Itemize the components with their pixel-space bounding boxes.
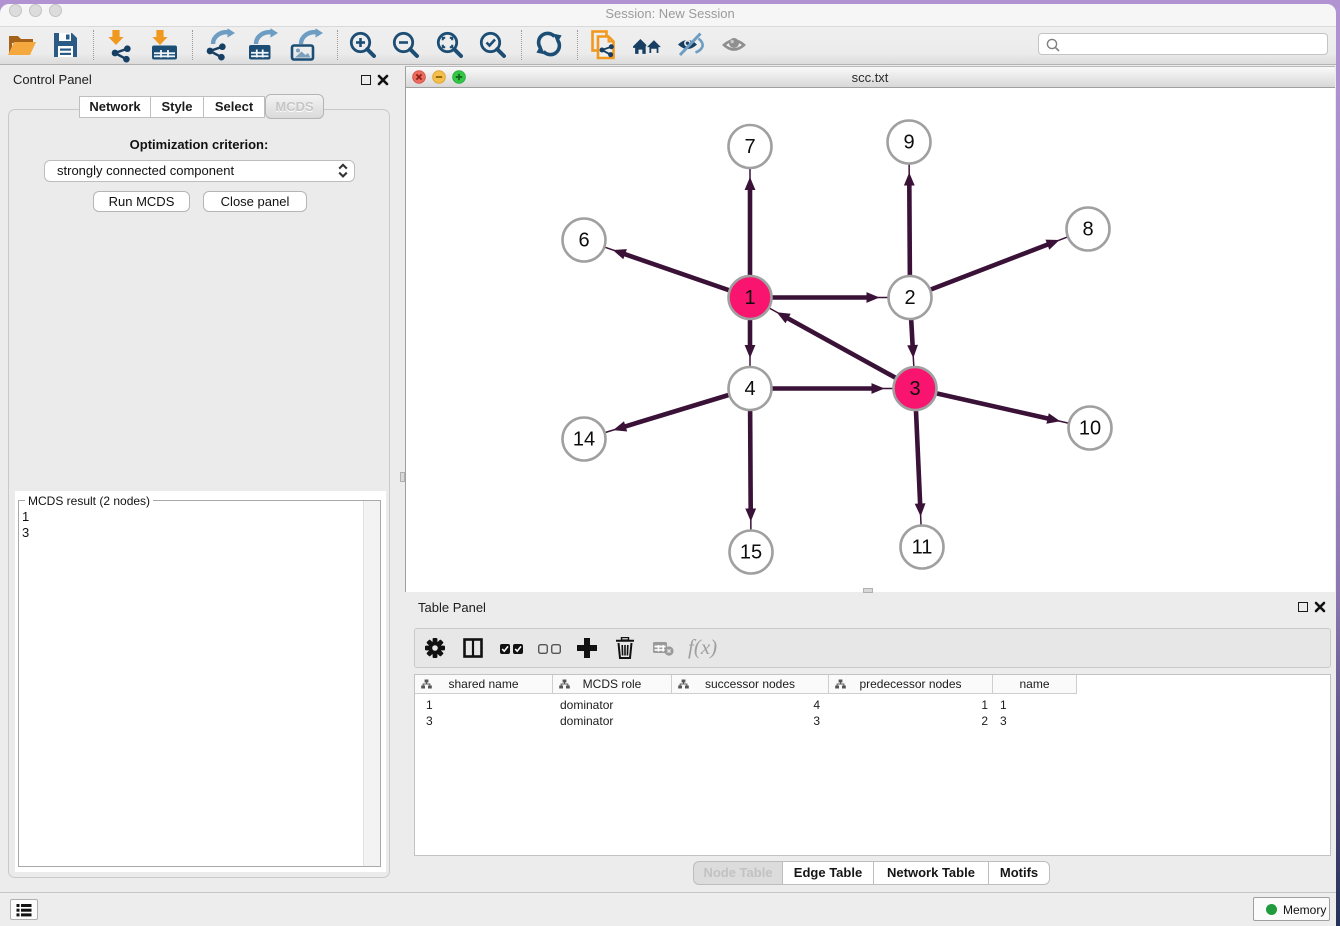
svg-text:6: 6 (578, 230, 589, 252)
svg-text:8: 8 (1082, 219, 1093, 241)
svg-text:1: 1 (744, 287, 755, 309)
svg-text:2: 2 (904, 287, 915, 309)
svg-text:7: 7 (744, 136, 755, 158)
svg-text:9: 9 (903, 132, 914, 154)
svg-text:15: 15 (740, 542, 762, 564)
svg-text:11: 11 (912, 537, 933, 559)
svg-text:14: 14 (573, 429, 595, 451)
svg-text:10: 10 (1079, 418, 1101, 440)
svg-text:4: 4 (744, 378, 755, 400)
svg-text:3: 3 (909, 378, 920, 400)
